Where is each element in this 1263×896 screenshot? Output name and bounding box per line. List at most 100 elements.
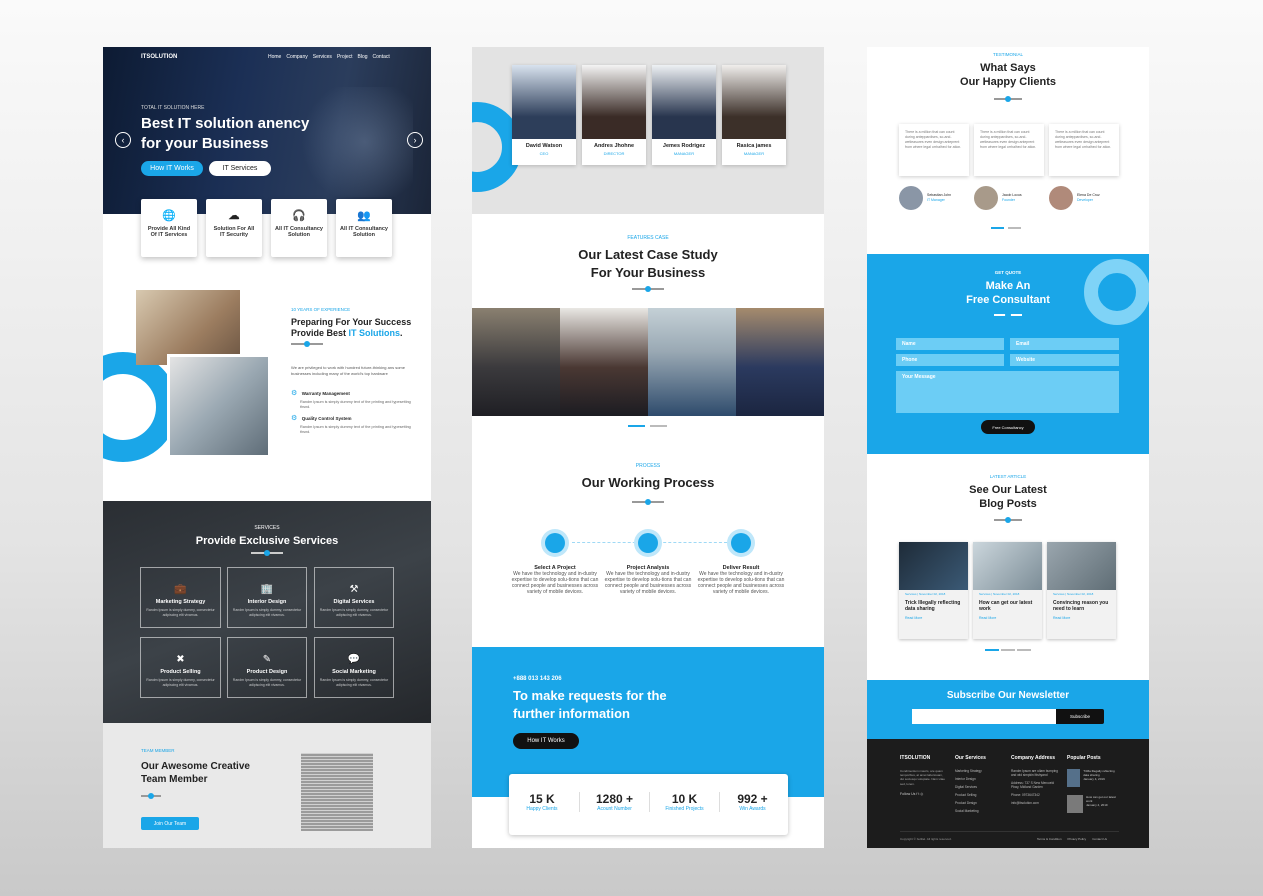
read-more-link[interactable]: Read More bbox=[899, 614, 968, 622]
slider-next-icon[interactable]: › bbox=[407, 132, 423, 148]
card-line-2: Of IT Services bbox=[150, 232, 188, 238]
slider-dots[interactable] bbox=[628, 425, 668, 427]
slider-dots[interactable] bbox=[985, 649, 1031, 651]
it-services-button[interactable]: IT Services bbox=[209, 161, 271, 176]
message-field[interactable]: Your Message bbox=[896, 371, 1119, 413]
case-photo[interactable] bbox=[472, 308, 560, 416]
quote-section: GET QUOTE Make An Free Consultant Name E… bbox=[867, 254, 1149, 454]
testimonial-quote: There is a million that can count during… bbox=[899, 124, 969, 176]
email-field[interactable]: Email bbox=[1010, 338, 1119, 350]
chat-icon: 💬 bbox=[347, 654, 361, 665]
feature-card[interactable]: 🌐 Provide All Kind Of IT Services bbox=[141, 199, 197, 257]
blog-kicker: LATEST ARTICLE bbox=[989, 474, 1027, 479]
main-nav: Home Company Services Project Blog Conta… bbox=[268, 54, 390, 60]
slider-prev-icon[interactable]: ‹ bbox=[115, 132, 131, 148]
privacy-link[interactable]: Privacy Policy bbox=[1068, 837, 1087, 841]
how-it-works-button[interactable]: How IT Works bbox=[141, 161, 203, 176]
stat-item: 992 + Win Awards bbox=[719, 792, 785, 812]
cta-button[interactable]: How IT Works bbox=[513, 733, 579, 749]
testimonial-title-1: What Says bbox=[980, 62, 1036, 74]
read-more-link[interactable]: Read More bbox=[1047, 614, 1116, 622]
team-member-card[interactable]: Jemes Rodrigez MANAGER bbox=[652, 65, 716, 165]
contact-link[interactable]: Contact Us bbox=[1092, 837, 1107, 841]
nav-home[interactable]: Home bbox=[268, 54, 281, 60]
service-card[interactable]: ⚒ Digital Services Randm Ipsum is simply… bbox=[314, 567, 394, 628]
process-step: Deliver Result We have the technology an… bbox=[696, 533, 786, 595]
newsletter-input[interactable] bbox=[912, 709, 1056, 724]
cta-title-1: To make requests for the bbox=[513, 688, 667, 703]
case-photo[interactable] bbox=[648, 308, 736, 416]
service-card[interactable]: 🏢 Interior Design Randm Ipsum is simply … bbox=[227, 567, 307, 628]
team-member-card[interactable]: David Watson CEO bbox=[512, 65, 576, 165]
avatar bbox=[899, 186, 923, 210]
testimonial-quote: There is a million that can count during… bbox=[974, 124, 1044, 176]
step-circle-icon bbox=[638, 533, 658, 553]
stat-item: 10 K Finished Projects bbox=[649, 792, 719, 812]
footer-link[interactable]: Digital Services bbox=[955, 785, 1005, 789]
service-card[interactable]: 💬 Social Marketing Randm Ipsum is simply… bbox=[314, 637, 394, 698]
process-step: Project Analysis We have the technology … bbox=[603, 533, 693, 595]
post-thumb[interactable] bbox=[1067, 795, 1084, 813]
quote-kicker: GET QUOTE bbox=[994, 270, 1022, 275]
client: Sebastian John IT Manager bbox=[899, 186, 951, 210]
client: Elena De Cruz Developer bbox=[1049, 186, 1100, 210]
cta-phone: +888 013 143 206 bbox=[513, 676, 562, 682]
about-title-1: Preparing For Your Success bbox=[291, 317, 412, 327]
footer-link[interactable]: Marketing Strategy bbox=[955, 769, 1005, 773]
service-card[interactable]: ✖ Product Selling Randm Ipsum is simply … bbox=[140, 637, 221, 698]
about-item: ⚙ Quality Control System Randm Ipsum is … bbox=[291, 415, 411, 434]
nav-services[interactable]: Services bbox=[313, 54, 332, 60]
footer-link[interactable]: Product Selling bbox=[955, 793, 1005, 797]
post-thumb[interactable] bbox=[1067, 769, 1081, 787]
feature-card[interactable]: ☁ Solution For All IT Security bbox=[206, 199, 262, 257]
member-photo bbox=[582, 65, 646, 139]
title-divider bbox=[632, 288, 664, 290]
title-divider bbox=[632, 501, 664, 503]
name-field[interactable]: Name bbox=[896, 338, 1004, 350]
case-photo[interactable] bbox=[560, 308, 648, 416]
team-member-card[interactable]: Andres Jhohne DIRECTOR bbox=[582, 65, 646, 165]
instagram-icon[interactable]: ◎ bbox=[920, 792, 923, 796]
blog-card[interactable]: Services | November 02, 2018 How can get… bbox=[973, 542, 1042, 639]
join-team-button[interactable]: Join Our Team bbox=[141, 817, 199, 830]
title-divider bbox=[994, 98, 1022, 100]
nav-contact[interactable]: Contact bbox=[373, 54, 390, 60]
nav-company[interactable]: Company bbox=[286, 54, 307, 60]
case-photo[interactable] bbox=[736, 308, 824, 416]
team-photo-placeholder bbox=[301, 753, 373, 831]
about-photo-2 bbox=[167, 354, 271, 458]
phone-field[interactable]: Phone bbox=[896, 354, 1004, 366]
title-divider bbox=[994, 519, 1022, 521]
member-photo bbox=[652, 65, 716, 139]
read-more-link[interactable]: Read More bbox=[973, 614, 1042, 622]
subscribe-button[interactable]: Subscribe bbox=[1056, 709, 1104, 724]
blog-card[interactable]: Services | November 02, 2018 Convincing … bbox=[1047, 542, 1116, 639]
service-card[interactable]: 💼 Marketing Strategy Randm Ipsum is simp… bbox=[140, 567, 221, 628]
footer-link[interactable]: Interior Design bbox=[955, 777, 1005, 781]
blog-card[interactable]: Services | November 02, 2018 Trick Illeg… bbox=[899, 542, 968, 639]
nav-blog[interactable]: Blog bbox=[358, 54, 368, 60]
member-photo bbox=[512, 65, 576, 139]
service-card[interactable]: ✎ Product Design Randm Ipsum is simply d… bbox=[227, 637, 307, 698]
step-circle-icon bbox=[731, 533, 751, 553]
free-consultancy-button[interactable]: Free Consultancy bbox=[981, 420, 1035, 434]
about-item: ⚙ Warranty Management Randm Ipsum is sim… bbox=[291, 390, 411, 409]
team-member-card[interactable]: Rasica james MANAGER bbox=[722, 65, 786, 165]
website-field[interactable]: Website bbox=[1010, 354, 1119, 366]
brand-logo[interactable]: ITSOLUTION bbox=[141, 54, 177, 60]
feature-card[interactable]: 👥 All IT Consultancy Solution bbox=[336, 199, 392, 257]
slider-dots[interactable] bbox=[991, 227, 1023, 229]
feature-card[interactable]: 🎧 All IT Consultancy Solution bbox=[271, 199, 327, 257]
blog-image bbox=[973, 542, 1042, 590]
hero-title-2: for your Business bbox=[141, 135, 269, 152]
card-line-2: Solution bbox=[288, 232, 310, 238]
nav-project[interactable]: Project bbox=[337, 54, 353, 60]
card-line-2: IT Security bbox=[219, 232, 249, 238]
footer-link[interactable]: Product Design bbox=[955, 801, 1005, 805]
terms-link[interactable]: Terms & Condition bbox=[1037, 837, 1062, 841]
page-preview-1: ITSOLUTION Home Company Services Project… bbox=[103, 47, 431, 848]
about-title-2: Provide Best IT Solutions. bbox=[291, 328, 403, 338]
headset-icon: 🎧 bbox=[292, 210, 306, 222]
team-strip: David Watson CEO Andres Jhohne DIRECTOR … bbox=[472, 47, 824, 214]
footer-link[interactable]: Social Marketing bbox=[955, 809, 1005, 813]
